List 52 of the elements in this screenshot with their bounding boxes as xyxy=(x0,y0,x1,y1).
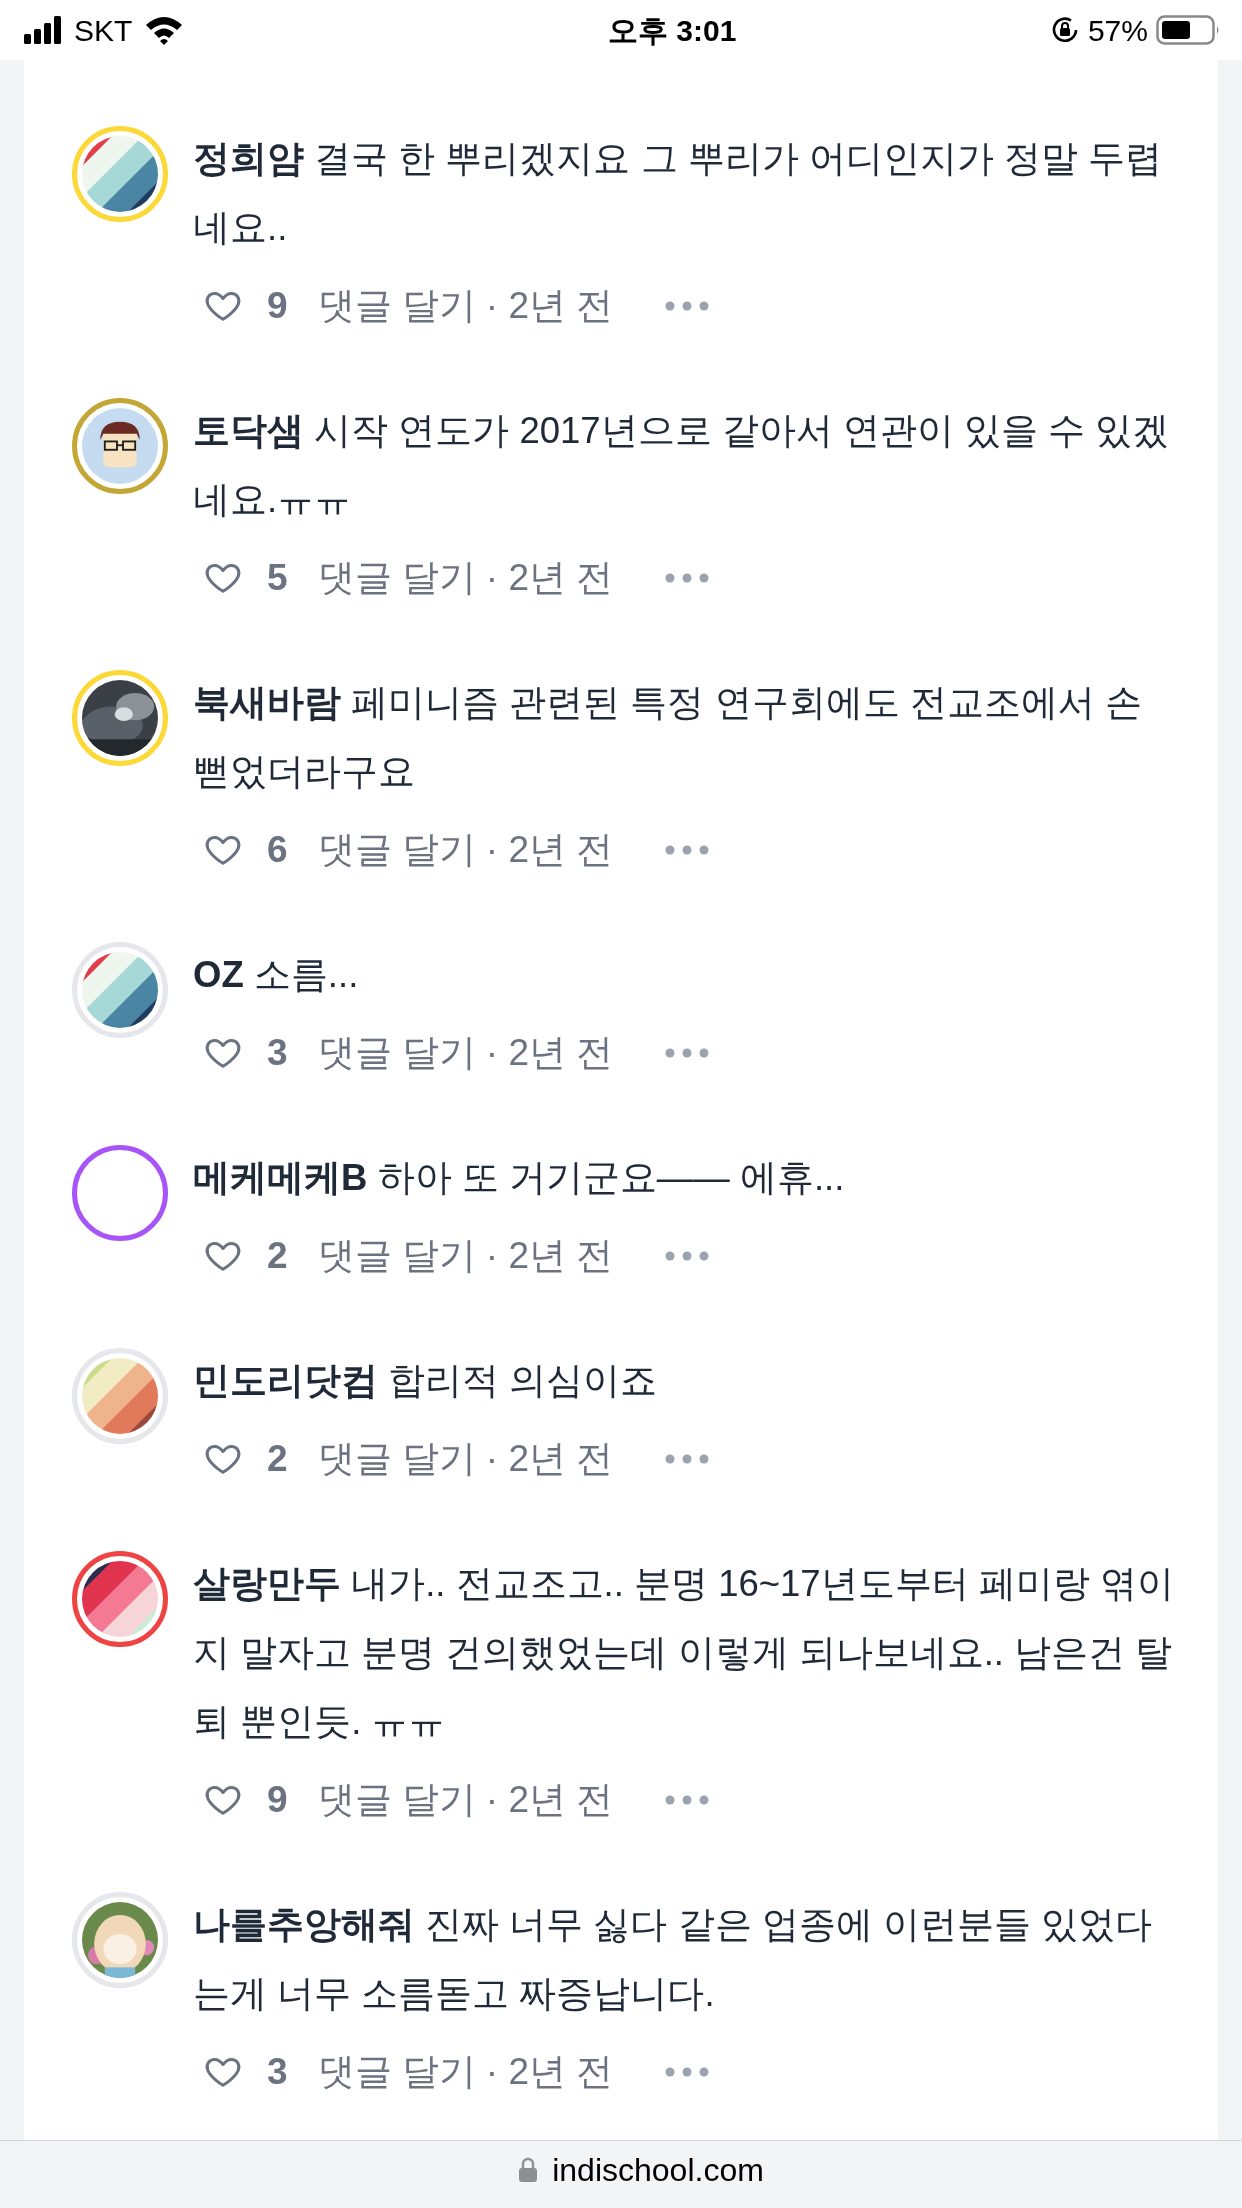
more-icon[interactable] xyxy=(665,1251,710,1261)
more-icon[interactable] xyxy=(665,2067,710,2077)
carrier-name: SKT xyxy=(74,12,133,49)
reply-link[interactable]: 댓글 달기 xyxy=(317,1772,476,1828)
comment-text: OZ 소름... xyxy=(193,953,360,997)
cartoon-avatar-icon xyxy=(82,408,158,484)
more-icon[interactable] xyxy=(665,845,710,855)
more-icon[interactable] xyxy=(665,573,710,583)
clock: 오후 3:01 xyxy=(607,12,737,49)
reply-link[interactable]: 댓글 달기 xyxy=(317,550,476,606)
lock-icon xyxy=(518,2156,539,2183)
like-count: 9 xyxy=(267,284,288,329)
comment-time: · 2년 전 xyxy=(485,556,614,601)
like-count: 3 xyxy=(267,2050,288,2095)
reply-link[interactable]: 댓글 달기 xyxy=(317,278,476,334)
reply-link[interactable]: 댓글 달기 xyxy=(317,1025,476,1081)
avatar-stripes-icon xyxy=(82,136,158,212)
reply-link[interactable]: 댓글 달기 xyxy=(317,1228,476,1284)
battery-icon xyxy=(1156,15,1220,45)
comment-text: 살랑만두 내가.. 전교조고.. 분명 16~17년도부터 페미랑 엮이지 말자고 분명 건의했었는데 이렇게 되나보네요.. 남은건 탈퇴 뿐인듯. ㅠㅠ xyxy=(193,1562,1175,1744)
comment-text: 토닥샘 시작 연도가 2017년으로 같아서 연관이 있을 수 있겠네요.ㅠㅠ xyxy=(193,409,1171,522)
comment-time: · 2년 전 xyxy=(485,1234,614,1279)
reply-link[interactable]: 댓글 달기 xyxy=(317,1431,476,1487)
battery-percent: 57% xyxy=(1087,12,1148,49)
comment-text: 민도리닷컴 합리적 의심이죠 xyxy=(193,1359,659,1403)
comment-time: · 2년 전 xyxy=(485,1778,614,1823)
comment-text: 메케메케B 하아 또 거기군요—— 에휴... xyxy=(193,1156,846,1200)
avatar-stripes-icon xyxy=(82,952,158,1028)
comment-time: · 2년 전 xyxy=(485,284,614,329)
like-count: 2 xyxy=(267,1234,288,1279)
comment-time: · 2년 전 xyxy=(485,2050,614,2095)
like-count: 9 xyxy=(267,1778,288,1823)
comment-text: 북새바람 페미니즘 관련된 특정 연구회에도 전교조에서 손 뻗었더라구요 xyxy=(193,681,1143,794)
comment-text: 나를추앙해줘 진짜 너무 싫다 같은 업종에 이런분들 있었다는게 너무 소름돋고 짜증납니다. xyxy=(193,1903,1153,2016)
more-icon[interactable] xyxy=(665,301,710,311)
more-icon[interactable] xyxy=(665,1454,710,1464)
like-count: 6 xyxy=(267,828,288,873)
comment-text: 정희얌 결국 한 뿌리겠지요 그 뿌리가 어디인지가 정말 두렵네요.. xyxy=(193,137,1164,250)
avatar-stripes-icon xyxy=(82,1561,158,1637)
reply-link[interactable]: 댓글 달기 xyxy=(317,822,476,878)
reply-link[interactable]: 댓글 달기 xyxy=(317,2044,476,2100)
comment-time: · 2년 전 xyxy=(485,828,614,873)
like-count: 3 xyxy=(267,1031,288,1076)
avatar-stripes-icon xyxy=(82,1358,158,1434)
comment-time: · 2년 전 xyxy=(485,1031,614,1076)
url-text: indischool.com xyxy=(552,2150,764,2190)
more-icon[interactable] xyxy=(665,1795,710,1805)
like-count: 2 xyxy=(267,1437,288,1482)
more-icon[interactable] xyxy=(665,1048,710,1058)
wifi-icon xyxy=(144,15,185,45)
comment-time: · 2년 전 xyxy=(485,1437,614,1482)
like-count: 5 xyxy=(267,556,288,601)
